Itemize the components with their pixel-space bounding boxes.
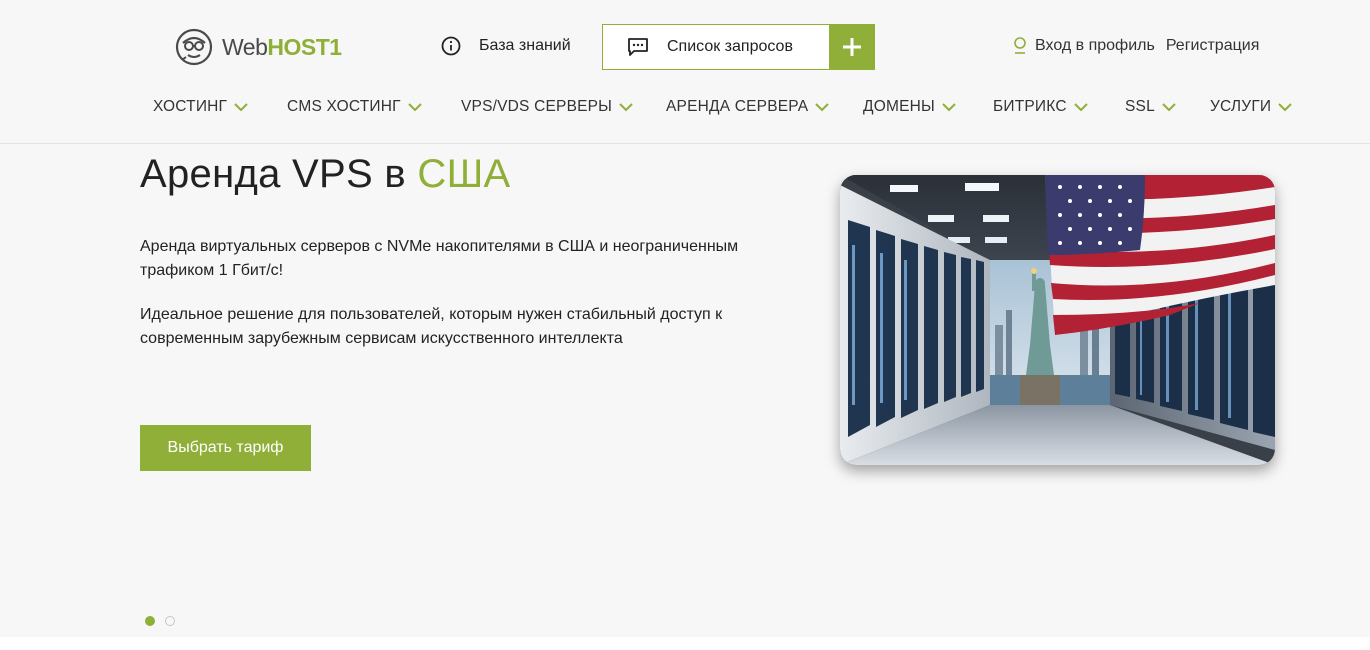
nav-item-bitrix[interactable]: БИТРИКС [993,98,1125,116]
chevron-down-icon [408,103,422,112]
site-header: WebHOST1 База знаний Список запросов Вхо… [0,0,1370,144]
carousel-pagination [145,616,175,626]
nav-item-label: SSL [1125,98,1155,115]
logo-text-web: Web [222,33,268,60]
page: WebHOST1 База знаний Список запросов Вхо… [0,0,1370,637]
nav-item-label: АРЕНДА СЕРВЕРА [666,98,809,115]
hero-title: Аренда VPS в США [140,152,511,197]
nav-item-domains[interactable]: ДОМЕНЫ [863,98,993,116]
nav-item-label: ХОСТИНГ [153,98,228,115]
login-link[interactable]: Вход в профиль [1013,37,1155,55]
mascot-face-icon [175,28,213,66]
chevron-down-icon [815,103,830,112]
logo-text: WebHOST1 [222,34,342,61]
requests-group: Список запросов [602,24,875,70]
hero-image [840,175,1275,465]
chevron-down-icon [942,103,956,112]
hero-title-accent: США [417,152,511,196]
knowledge-base-label: База знаний [479,37,571,54]
nav-item-server-rent[interactable]: АРЕНДА СЕРВЕРА [666,98,863,116]
nav-item-hosting[interactable]: ХОСТИНГ [153,98,287,116]
hero-description-1: Аренда виртуальных серверов с NVMe накоп… [140,238,739,279]
chevron-down-icon [1162,103,1176,112]
hero-description-2: Идеальное решение для пользователей, кот… [140,306,723,347]
chevron-down-icon [234,103,248,112]
logo[interactable]: WebHOST1 [174,27,342,67]
nav-item-label: VPS/VDS СЕРВЕРЫ [461,98,613,115]
requests-list-button[interactable]: Список запросов [602,24,829,70]
user-icon [1014,37,1026,54]
info-circle-icon [441,36,461,56]
choose-plan-button[interactable]: Выбрать тариф [140,425,311,471]
logo-text-host: HOST1 [267,33,342,60]
server-room-illustration [840,175,1275,465]
register-link[interactable]: Регистрация [1166,37,1260,55]
nav-item-label: ДОМЕНЫ [863,98,935,115]
main-nav: ХОСТИНГ CMS ХОСТИНГ VPS/VDS СЕРВЕРЫ АРЕН… [153,97,1292,117]
nav-item-label: CMS ХОСТИНГ [287,98,401,115]
auth-links: Вход в профиль Регистрация [1013,37,1259,55]
add-request-button[interactable] [829,24,875,70]
nav-item-ssl[interactable]: SSL [1125,98,1210,116]
chat-bubble-icon [628,38,648,56]
nav-item-cms-hosting[interactable]: CMS ХОСТИНГ [287,98,461,116]
chevron-down-icon [1278,103,1292,112]
chevron-down-icon [619,103,633,112]
knowledge-base-link[interactable]: База знаний [441,36,571,56]
plus-icon [843,38,861,56]
carousel-dot-2[interactable] [165,616,175,626]
nav-item-services[interactable]: УСЛУГИ [1210,98,1292,116]
hero-title-text: Аренда VPS в [140,152,418,196]
requests-list-label: Список запросов [667,38,793,55]
nav-item-vps-vds[interactable]: VPS/VDS СЕРВЕРЫ [461,98,666,116]
carousel-dot-1[interactable] [145,616,155,626]
nav-item-label: БИТРИКС [993,98,1067,115]
nav-item-label: УСЛУГИ [1210,98,1272,115]
login-label: Вход в профиль [1035,37,1155,54]
chevron-down-icon [1074,103,1088,112]
